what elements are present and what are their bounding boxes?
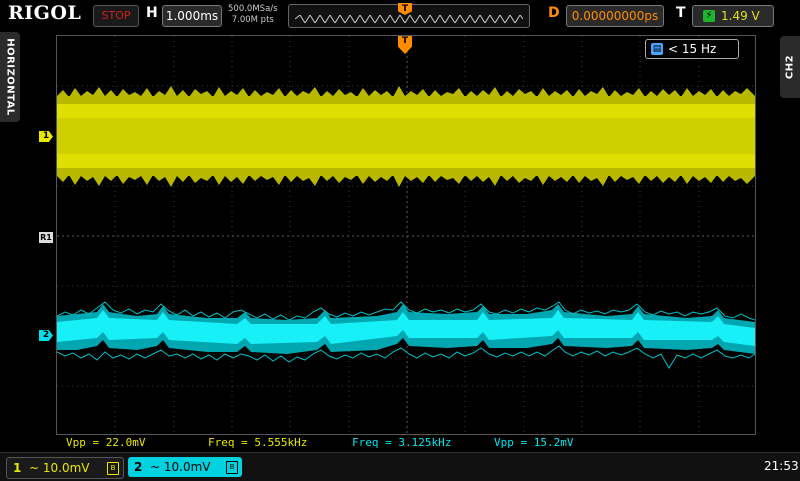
ch1-scale: ~ 10.0mV xyxy=(29,461,90,475)
ch2-offset-marker[interactable]: 2 xyxy=(39,330,53,341)
ch2-tab-label: CH2 xyxy=(784,54,796,80)
delay-label: D xyxy=(548,5,560,21)
ch2-settings-tab[interactable]: 2 ~ 10.0mV B xyxy=(128,457,242,477)
rising-edge-trigger-icon: ⚡ xyxy=(703,10,715,22)
bandwidth-limit-icon: B xyxy=(107,462,119,475)
measurement-ch2-vpp[interactable]: Vpp = 15.2mV xyxy=(494,436,573,449)
sample-rate: 500.0MSa/s xyxy=(228,4,278,14)
measurement-ch2-freq[interactable]: Freq = 3.125kHz xyxy=(352,436,451,449)
measurement-ch1-freq[interactable]: Freq = 5.555kHz xyxy=(208,436,307,449)
filter-value: < 15 Hz xyxy=(668,42,717,56)
ch1-number: 1 xyxy=(13,461,22,475)
ch2-scale: ~ 10.0mV xyxy=(150,460,211,474)
brand-logo: RIGOL xyxy=(8,2,82,24)
measurement-ch1-vpp[interactable]: Vpp = 22.0mV xyxy=(66,436,145,449)
channel-status-bar: 1 ~ 10.0mV B 2 ~ 10.0mV B 21:53 xyxy=(0,452,800,481)
ch1-settings-tab[interactable]: 1 ~ 10.0mV B xyxy=(6,457,124,479)
ch2-number: 2 xyxy=(134,460,143,474)
horizontal-menu-tab[interactable]: HORIZONTAL xyxy=(0,32,20,122)
digital-filter-indicator[interactable]: ▤ < 15 Hz xyxy=(645,39,739,59)
run-stop-status[interactable]: STOP xyxy=(93,5,139,27)
trigger-level-box[interactable]: ⚡ 1.49 V xyxy=(692,5,774,27)
trigger-level-value: 1.49 V xyxy=(721,9,760,23)
horizontal-tab-label: HORIZONTAL xyxy=(4,38,16,116)
lowpass-filter-icon: ▤ xyxy=(651,43,663,55)
ch2-trace xyxy=(57,301,755,369)
memory-depth: 7.00M pts xyxy=(231,15,274,25)
acquisition-info: 500.0MSa/s 7.00M pts xyxy=(228,4,278,26)
system-clock: 21:53 xyxy=(764,459,799,473)
ch1-trace xyxy=(57,86,755,187)
trigger-label: T xyxy=(676,5,686,21)
ref-waveform-marker[interactable]: R1 xyxy=(39,232,53,243)
ch2-menu-tab[interactable]: CH2 xyxy=(780,36,800,98)
timebase-value[interactable]: 1.000ms xyxy=(162,5,222,27)
horizontal-delay-value[interactable]: 0.00000000ps xyxy=(566,5,664,27)
horizontal-label: H xyxy=(146,5,158,21)
ch1-offset-marker[interactable]: 1 xyxy=(39,131,53,142)
top-status-bar: RIGOL STOP H 1.000ms 500.0MSa/s 7.00M pt… xyxy=(0,0,800,32)
memory-waveform-icon xyxy=(295,15,523,23)
bandwidth-limit-icon: B xyxy=(226,461,238,474)
